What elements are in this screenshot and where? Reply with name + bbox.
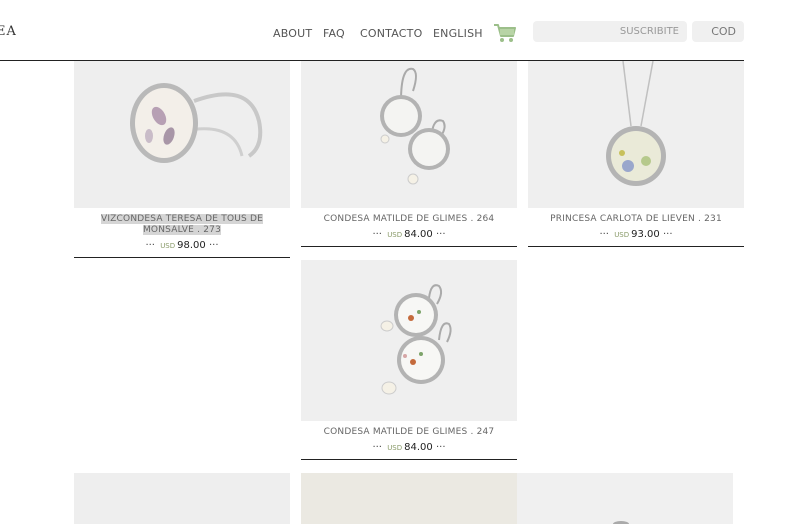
product-image-bracelet[interactable] <box>74 61 290 208</box>
product-title[interactable]: CONDESA MATILDE DE GLIMES . 247 <box>301 427 517 438</box>
cart-icon[interactable] <box>493 22 517 44</box>
product-card[interactable]: PRINCESA CARLOTA DE LIEVEN . 231 ··· USD… <box>528 61 744 247</box>
product-price: ··· USD 84.00 ··· <box>372 442 446 453</box>
product-image-earrings[interactable] <box>301 61 517 208</box>
product-price: ··· USD 84.00 ··· <box>372 229 446 240</box>
product-title[interactable]: PRINCESA CARLOTA DE LIEVEN . 231 <box>528 214 744 225</box>
code-button[interactable]: COD <box>692 21 744 42</box>
card-divider <box>301 459 517 460</box>
product-image-partial[interactable] <box>74 473 290 524</box>
product-image-earrings-floral[interactable] <box>301 260 517 421</box>
product-card[interactable]: CONDESA MATILDE DE GLIMES . 264 ··· USD 8… <box>301 61 517 247</box>
subscribe-input[interactable]: SUSCRIBITE <box>533 21 687 42</box>
product-title[interactable]: VIZCONDESA TERESA DE TOUS DE MONSALVE . … <box>74 214 290 236</box>
product-price: ··· USD 93.00 ··· <box>599 229 673 240</box>
nav-about[interactable]: ABOUT <box>273 27 312 40</box>
card-divider <box>528 246 744 247</box>
nav-contacto[interactable]: CONTACTO <box>360 27 422 40</box>
card-divider <box>301 246 517 247</box>
site-logo[interactable]: EA <box>0 24 17 39</box>
product-title[interactable]: CONDESA MATILDE DE GLIMES . 264 <box>301 214 517 225</box>
product-card[interactable]: CONDESA MATILDE DE GLIMES . 247 ··· USD 8… <box>301 260 517 460</box>
product-price: ··· USD 98.00 ··· <box>145 240 219 251</box>
product-image-partial[interactable] <box>517 473 733 527</box>
product-image-pendant[interactable] <box>528 61 744 208</box>
card-divider <box>74 257 290 258</box>
nav-faq[interactable]: FAQ <box>323 27 345 40</box>
nav-english[interactable]: ENGLISH <box>433 27 483 40</box>
product-card[interactable]: VIZCONDESA TERESA DE TOUS DE MONSALVE . … <box>74 61 290 258</box>
product-image-partial[interactable] <box>301 473 517 524</box>
